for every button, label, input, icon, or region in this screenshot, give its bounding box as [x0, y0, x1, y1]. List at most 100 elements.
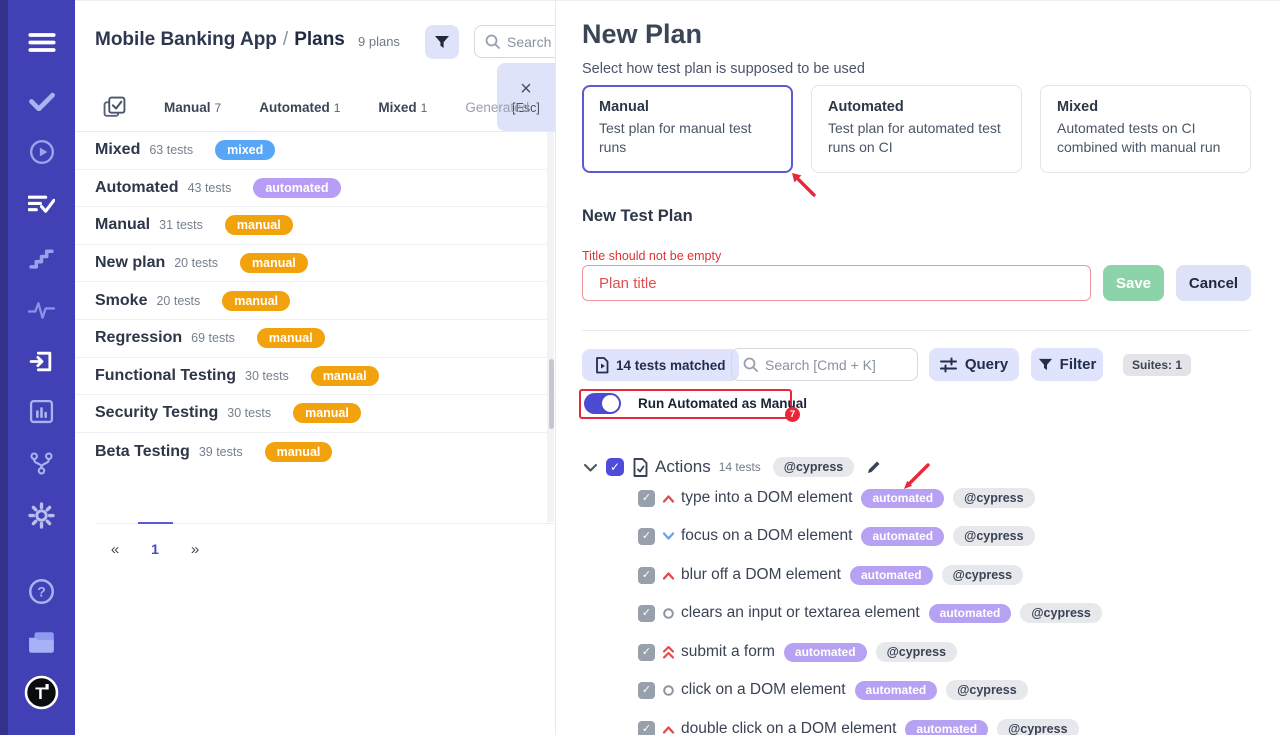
test-tag: @cypress [1020, 603, 1101, 623]
test-row[interactable]: ✓ focus on a DOM element automated @cypr… [638, 526, 1035, 546]
edit-pencil-icon[interactable] [866, 459, 882, 475]
plan-badge: manual [257, 328, 325, 348]
svg-text:?: ? [37, 584, 46, 600]
plan-badge: manual [265, 442, 333, 462]
gear-icon[interactable] [8, 502, 75, 529]
plan-row-functional-testing[interactable]: Functional Testing 30 tests manual [75, 358, 555, 396]
chevron-down-icon[interactable] [584, 463, 597, 472]
plan-badge: manual [222, 291, 290, 311]
help-icon[interactable]: ? [8, 578, 75, 605]
tab-mixed[interactable]: Mixed1 [378, 100, 427, 115]
breadcrumb-separator: / [277, 29, 294, 50]
steps-icon[interactable] [8, 245, 75, 270]
test-row[interactable]: ✓ type into a DOM element automated @cyp… [638, 488, 1035, 508]
automated-badge: automated [861, 527, 944, 546]
test-tag: @cypress [876, 642, 957, 662]
pagination-page-1[interactable]: 1 [147, 541, 163, 558]
plan-row-regression[interactable]: Regression 69 tests manual [75, 320, 555, 358]
list-check-icon[interactable] [8, 194, 75, 215]
test-checkbox[interactable]: ✓ [638, 644, 655, 661]
test-checkbox[interactable]: ✓ [638, 682, 655, 699]
plan-row-manual[interactable]: Manual 31 tests manual [75, 207, 555, 245]
sidebar-edge [0, 0, 8, 735]
annotation-step-number: 7 [785, 407, 800, 422]
test-row[interactable]: ✓ click on a DOM element automated @cypr… [638, 680, 1028, 700]
tab-automated[interactable]: Automated1 [259, 100, 340, 115]
plan-row-new-plan[interactable]: New plan 20 tests manual [75, 245, 555, 283]
select-all-icon[interactable] [103, 96, 126, 119]
check-icon[interactable] [8, 92, 75, 111]
automated-badge: automated [929, 604, 1012, 623]
run-automated-as-manual-toggle[interactable] [584, 393, 621, 414]
priority-urgent-icon [662, 645, 675, 660]
query-button[interactable]: Query [929, 348, 1019, 381]
sliders-icon [940, 357, 957, 373]
test-row[interactable]: ✓ clears an input or textarea element au… [638, 603, 1102, 623]
tab-manual[interactable]: Manual7 [164, 100, 221, 115]
plan-row-beta-testing[interactable]: Beta Testing 39 tests manual [75, 433, 555, 471]
test-checkbox[interactable]: ✓ [638, 721, 655, 735]
plan-title-input[interactable] [582, 265, 1091, 301]
priority-normal-icon [662, 607, 675, 620]
automated-badge: automated [861, 489, 944, 508]
test-checkbox[interactable]: ✓ [638, 490, 655, 507]
document-icon [632, 458, 649, 477]
svg-text:T: T [35, 684, 46, 703]
priority-normal-icon [662, 684, 675, 697]
scrollbar-thumb[interactable] [549, 359, 554, 429]
test-tag: @cypress [942, 565, 1023, 585]
suite-tag: @cypress [773, 457, 854, 477]
plan-row-security-testing[interactable]: Security Testing 30 tests manual [75, 395, 555, 433]
tab-generated[interactable]: Generated [465, 100, 529, 115]
plans-search[interactable] [474, 25, 555, 58]
bar-chart-icon[interactable] [8, 399, 75, 424]
card-manual[interactable]: Manual Test plan for manual test runs [582, 85, 793, 173]
toggle-label: Run Automated as Manual [638, 396, 807, 411]
plans-search-input[interactable] [507, 34, 555, 50]
breadcrumb-project[interactable]: Mobile Banking App [95, 29, 277, 50]
plans-filter-button[interactable] [425, 25, 459, 59]
app-logo[interactable]: T [8, 675, 75, 710]
pulse-icon[interactable] [8, 300, 75, 321]
test-row[interactable]: ✓ blur off a DOM element automated @cypr… [638, 565, 1023, 585]
plan-row-automated[interactable]: Automated 43 tests automated [75, 170, 555, 208]
breadcrumb: Mobile Banking App/Plans [95, 29, 345, 51]
test-checkbox[interactable]: ✓ [638, 528, 655, 545]
tests-search[interactable] [731, 348, 918, 381]
plan-badge: manual [311, 366, 379, 386]
plan-badge: mixed [215, 140, 275, 160]
app-sidebar: ? T [0, 0, 75, 735]
test-file-icon [595, 357, 609, 374]
tests-search-input[interactable] [765, 357, 905, 373]
card-automated[interactable]: Automated Test plan for automated test r… [811, 85, 1022, 173]
branch-icon[interactable] [8, 451, 75, 476]
sign-in-icon[interactable] [8, 349, 75, 374]
tests-matched-button[interactable]: 14 tests matched [582, 349, 739, 381]
search-icon [485, 34, 500, 49]
search-icon [743, 357, 758, 372]
active-page-indicator [138, 522, 173, 525]
test-tag: @cypress [953, 488, 1034, 508]
play-circle-icon[interactable] [8, 139, 75, 165]
pagination-next-button[interactable]: » [187, 541, 203, 558]
test-row[interactable]: ✓ submit a form automated @cypress [638, 642, 957, 662]
filter-button[interactable]: Filter [1031, 348, 1103, 381]
card-mixed[interactable]: Mixed Automated tests on CI combined wit… [1040, 85, 1251, 173]
test-checkbox[interactable]: ✓ [638, 605, 655, 622]
suite-checkbox[interactable]: ✓ [606, 458, 624, 476]
pagination: « 1 » [107, 541, 203, 558]
plan-row-smoke[interactable]: Smoke 20 tests manual [75, 282, 555, 320]
folders-icon[interactable] [8, 630, 75, 654]
plans-tabs: Manual7 Automated1 Mixed1 Generated [103, 91, 529, 123]
suite-row-actions[interactable]: ✓ Actions 14 tests @cypress [584, 455, 882, 479]
pagination-prev-button[interactable]: « [107, 541, 123, 558]
test-row[interactable]: ✓ double click on a DOM element automate… [638, 719, 1079, 735]
plan-row-mixed[interactable]: Mixed 63 tests mixed [75, 132, 555, 170]
test-checkbox[interactable]: ✓ [638, 567, 655, 584]
menu-icon[interactable] [8, 30, 75, 55]
priority-high-icon [662, 570, 675, 581]
plans-panel: Mobile Banking App/Plans 9 plans × [Esc]… [75, 0, 555, 735]
page-title: New Plan [582, 19, 702, 50]
save-button[interactable]: Save [1103, 265, 1164, 301]
cancel-button[interactable]: Cancel [1176, 265, 1251, 301]
